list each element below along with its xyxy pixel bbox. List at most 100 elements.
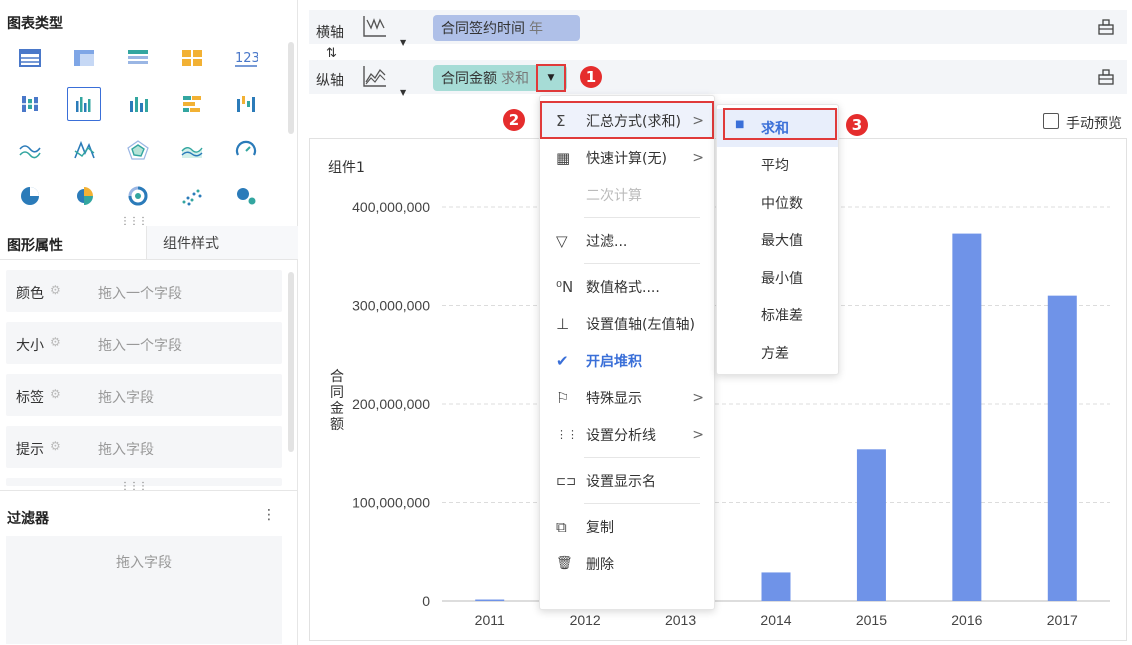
drop-field-placeholder: 拖入字段	[98, 390, 154, 406]
chart-types-scrollbar[interactable]	[288, 42, 294, 134]
flag-icon: ⚐	[556, 388, 570, 407]
grouped-table-icon[interactable]	[13, 87, 47, 121]
x-field-chip[interactable]: 合同签约时间年	[433, 15, 580, 41]
detail-table-icon[interactable]	[121, 41, 155, 75]
drop-field-placeholder: 拖入字段	[98, 442, 154, 458]
ring-chart-icon[interactable]	[121, 179, 155, 213]
tab-component-style[interactable]: 组件样式	[146, 226, 298, 260]
tab-graphic-properties[interactable]: 图形属性	[7, 235, 63, 255]
menu-item-quick-calc[interactable]: ▦ 快速计算(无) >	[540, 139, 714, 176]
swap-vertical-icon[interactable]: ⇅	[326, 46, 337, 61]
menu-item-label: 数值格式....	[586, 279, 660, 296]
bubble-chart-icon[interactable]	[229, 179, 263, 213]
menu-item-display-name[interactable]: ⊏⊐ 设置显示名	[540, 462, 714, 499]
chart-type-grid: 123	[14, 42, 269, 212]
more-icon[interactable]: ⋮	[262, 507, 276, 523]
pie-chart-icon[interactable]	[13, 179, 47, 213]
analysis-line-icon: ⋮⋮	[556, 428, 578, 441]
menu-item-delete[interactable]: 🗑 删除	[540, 545, 714, 582]
menu-item-label: 设置分析线	[586, 427, 656, 444]
gear-icon[interactable]: ⚙	[50, 387, 61, 401]
prop-label: 颜色	[16, 286, 44, 302]
submenu-item-variance[interactable]: 方差	[717, 334, 838, 372]
submenu-item-min[interactable]: 最小值	[717, 259, 838, 297]
highlight-box	[723, 108, 837, 140]
left-panel: 图表类型 123 ⋮⋮⋮ 图形属性 组件样式 颜色 ⚙ 拖入一个字段 大小 ⚙ …	[0, 0, 298, 645]
menu-item-number-format[interactable]: ⁰N 数值格式....	[540, 268, 714, 305]
props-scrollbar[interactable]	[288, 272, 294, 452]
step-badge-3: 3	[846, 114, 868, 136]
y-axis-bar	[309, 60, 1127, 94]
prop-label: 标签	[16, 390, 44, 406]
x-axis-type-icon[interactable]	[362, 14, 388, 44]
column-chart-icon[interactable]	[67, 87, 101, 121]
x-tick-label: 2017	[1047, 612, 1078, 628]
filter-drop-zone[interactable]: 拖入字段	[6, 536, 282, 644]
radar-chart-icon[interactable]	[121, 133, 155, 167]
menu-separator	[584, 263, 700, 264]
submenu-item-label: 方差	[761, 345, 789, 362]
menu-item-value-axis[interactable]: ⊥ 设置值轴(左值轴)	[540, 305, 714, 342]
bar-chart-icon[interactable]	[121, 87, 155, 121]
menu-item-label: 过滤...	[586, 233, 628, 250]
menu-item-analysis-line[interactable]: ⋮⋮ 设置分析线 >	[540, 416, 714, 453]
y-tick-label: 300,000,000	[352, 298, 430, 314]
number-icon[interactable]: 123	[229, 41, 263, 75]
sort-icon[interactable]	[1097, 68, 1115, 90]
waterfall-icon[interactable]	[229, 87, 263, 121]
preview-label: 手动预览	[1066, 116, 1122, 132]
area-chart-icon[interactable]	[175, 133, 209, 167]
bar-2015[interactable]	[856, 449, 886, 601]
rose-chart-icon[interactable]	[67, 179, 101, 213]
field-context-menu: Σ 汇总方式(求和) > ▦ 快速计算(无) > 二次计算 ▽ 过滤... ⁰N…	[539, 95, 715, 610]
gauge-icon[interactable]	[229, 133, 263, 167]
menu-item-filter[interactable]: ▽ 过滤...	[540, 222, 714, 259]
chevron-down-icon[interactable]: ▼	[400, 88, 406, 97]
trash-icon: 🗑	[556, 556, 573, 571]
submenu-item-stddev[interactable]: 标准差	[717, 297, 838, 335]
bar-2011[interactable]	[475, 599, 505, 601]
field-dropdown-button[interactable]: ▼	[536, 64, 566, 92]
bar-2014[interactable]	[761, 572, 791, 601]
menu-item-copy[interactable]: ⧉ 复制	[540, 508, 714, 545]
bar-2017[interactable]	[1047, 295, 1077, 601]
number-format-icon: ⁰N	[556, 277, 574, 296]
axis-icon: ⊥	[556, 314, 570, 333]
caret-down-icon: ▼	[547, 73, 555, 83]
radar-line-icon[interactable]	[67, 133, 101, 167]
menu-item-label: 快速计算(无)	[586, 150, 667, 167]
table-icon[interactable]	[13, 41, 47, 75]
sort-icon[interactable]	[1097, 18, 1115, 40]
submenu-item-median[interactable]: 中位数	[717, 184, 838, 222]
submenu-item-average[interactable]: 平均	[717, 147, 838, 185]
prop-label-row[interactable]: 标签 ⚙ 拖入字段	[6, 374, 282, 416]
chevron-right-icon: >	[692, 389, 704, 406]
submenu-item-max[interactable]: 最大值	[717, 222, 838, 260]
menu-separator	[584, 457, 700, 458]
scatter-chart-icon[interactable]	[175, 179, 209, 213]
cross-table-icon[interactable]	[67, 41, 101, 75]
bar-2016[interactable]	[952, 233, 982, 601]
filter-placeholder: 拖入字段	[116, 555, 172, 571]
stacked-bar-icon[interactable]	[175, 87, 209, 121]
prop-label: 提示	[16, 442, 44, 458]
menu-item-stacking[interactable]: ✔ 开启堆积	[540, 342, 714, 379]
gear-icon[interactable]: ⚙	[50, 335, 61, 349]
gear-icon[interactable]: ⚙	[50, 283, 61, 297]
preview-checkbox[interactable]	[1043, 113, 1059, 129]
menu-item-special-display[interactable]: ⚐ 特殊显示 >	[540, 379, 714, 416]
gear-icon[interactable]: ⚙	[50, 439, 61, 453]
prop-size-row[interactable]: 大小 ⚙ 拖入一个字段	[6, 322, 282, 364]
menu-item-secondary-calc: 二次计算	[540, 176, 714, 213]
submenu-item-label: 最大值	[761, 233, 803, 250]
kpi-card-icon[interactable]	[175, 41, 209, 75]
prop-tooltip-row[interactable]: 提示 ⚙ 拖入字段	[6, 426, 282, 468]
property-tabs: 图形属性 组件样式	[0, 226, 298, 260]
menu-item-label: 设置显示名	[586, 473, 656, 490]
chevron-down-icon[interactable]: ▼	[400, 38, 406, 47]
y-axis-type-icon[interactable]	[362, 64, 388, 94]
prop-color-row[interactable]: 颜色 ⚙ 拖入一个字段	[6, 270, 282, 312]
resize-grip-icon[interactable]: ⋮⋮⋮	[120, 217, 148, 227]
menu-item-label: 设置值轴(左值轴)	[586, 316, 695, 333]
line-chart-icon[interactable]	[13, 133, 47, 167]
